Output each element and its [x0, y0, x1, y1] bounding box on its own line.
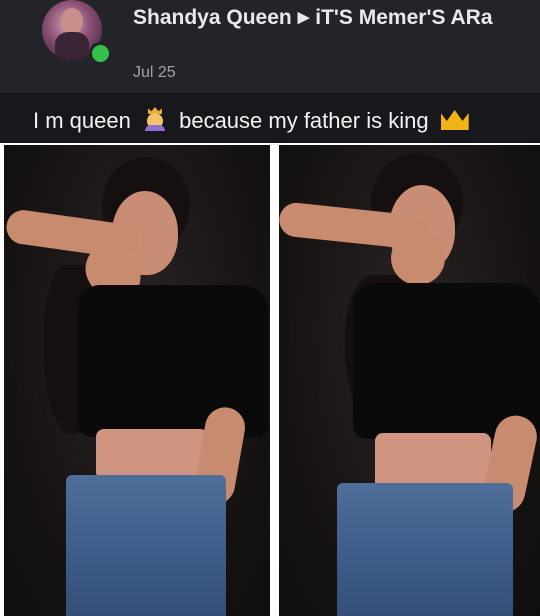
- crown-icon: [440, 110, 469, 130]
- avatar-body: [55, 32, 89, 60]
- author-line: Shandya Queen ▶ iT'S Memer'S ARa: [133, 4, 523, 33]
- arrow-right-icon: ▶: [297, 9, 310, 26]
- avatar-face: [61, 8, 83, 34]
- author-name[interactable]: Shandya Queen: [133, 6, 292, 29]
- caption-text-1: I m queen: [33, 108, 131, 133]
- woman-with-crown-icon: [143, 107, 167, 131]
- group-name[interactable]: iT'S Memer'S ARa: [315, 6, 492, 29]
- post-timestamp[interactable]: Jul 25: [133, 64, 176, 82]
- post-card: Shandya Queen ▶ iT'S Memer'S ARa Jul 25 I …: [0, 0, 540, 616]
- photo-right[interactable]: [279, 145, 540, 616]
- online-status-icon: [89, 42, 112, 65]
- post-header: Shandya Queen ▶ iT'S Memer'S ARa Jul 25: [0, 0, 540, 93]
- caption-text-2: because my father is king: [179, 108, 429, 133]
- photo-left[interactable]: [4, 145, 270, 616]
- post-caption: I m queen because my father is king: [33, 107, 469, 134]
- caption-bar: I m queen because my father is king: [0, 93, 540, 143]
- photo-divider: [270, 145, 279, 616]
